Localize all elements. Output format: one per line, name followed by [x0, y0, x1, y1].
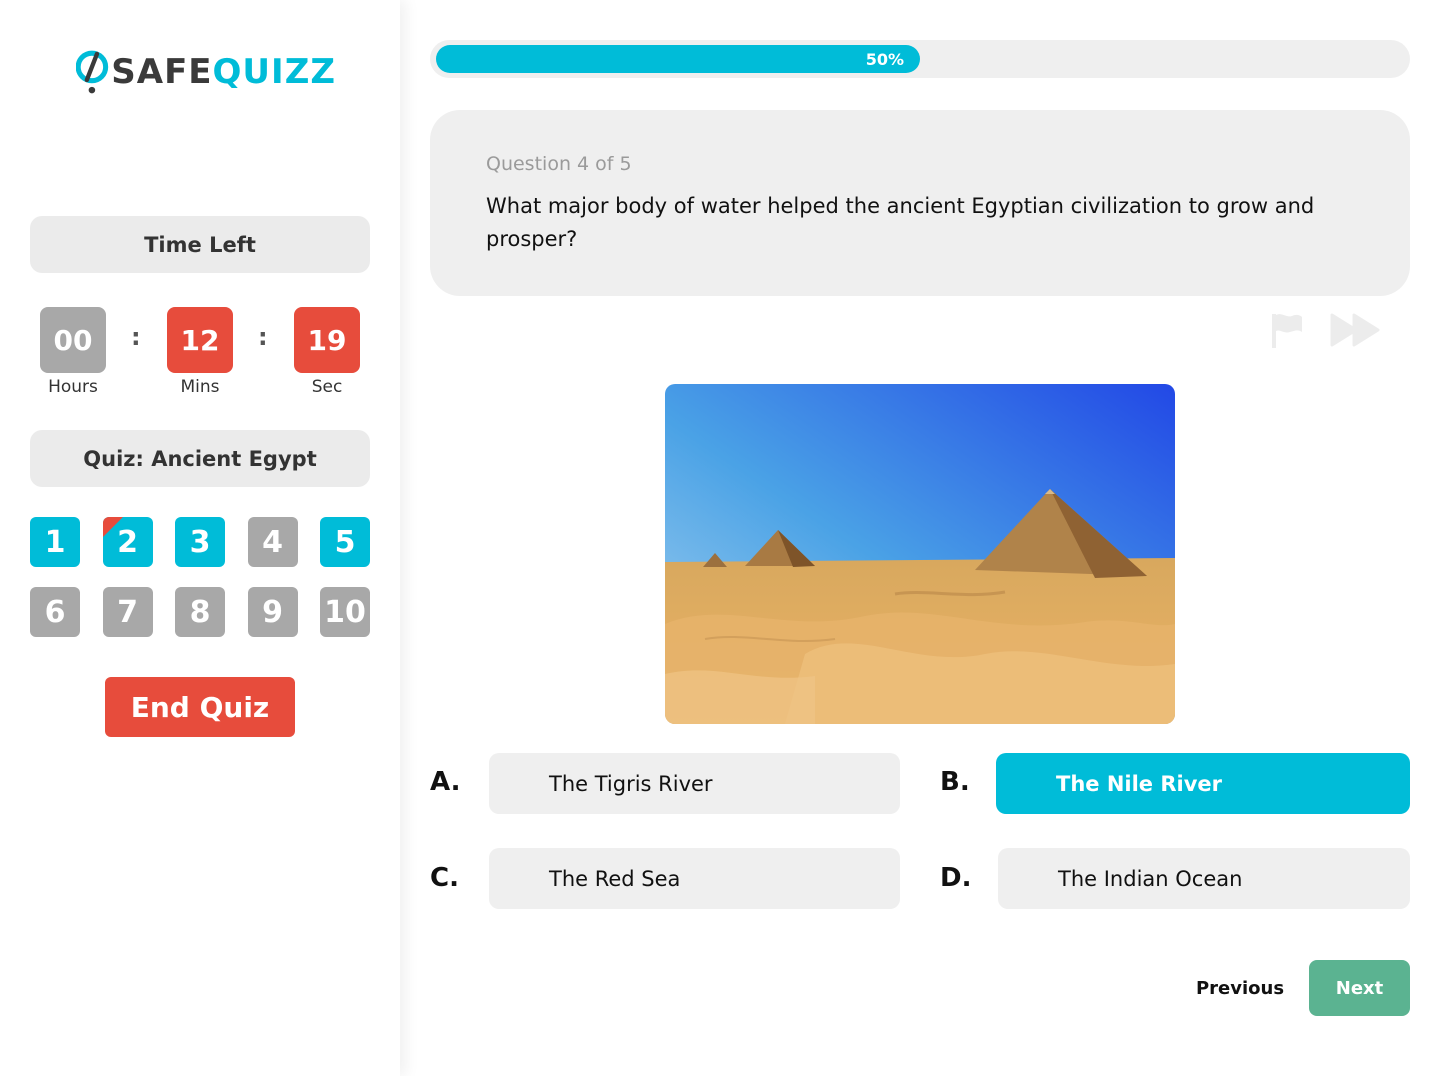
option-d[interactable]: The Indian Ocean: [998, 848, 1410, 909]
question-nav-3[interactable]: 3: [175, 517, 225, 567]
question-nav-label: 4: [262, 524, 283, 560]
timer-hours: 00: [40, 307, 106, 373]
quiz-title: Quiz: Ancient Egypt: [30, 430, 370, 487]
progress-fill: 50%: [436, 45, 920, 73]
timer-hours-label: Hours: [48, 377, 98, 397]
question-nav-2[interactable]: 2: [102, 517, 153, 567]
question-card: Question 4 of 5 What major body of water…: [430, 110, 1410, 296]
question-nav-label: 8: [189, 594, 211, 630]
question-navigator: 1 2 3 4 5 6 7 8 9 10: [30, 517, 370, 637]
question-nav-label: 5: [334, 524, 356, 560]
question-nav-8[interactable]: 8: [175, 587, 225, 637]
previous-button[interactable]: Previous: [1190, 966, 1290, 1010]
question-nav-4[interactable]: 4: [247, 517, 298, 567]
flag-icon[interactable]: [1268, 310, 1308, 350]
question-nav-1[interactable]: 1: [30, 517, 80, 567]
timer-secs: 19: [294, 307, 360, 373]
option-letter-a: A.: [430, 767, 461, 797]
option-a[interactable]: The Tigris River: [489, 753, 900, 814]
timer-separator: :: [258, 323, 268, 351]
question-nav-10[interactable]: 10: [320, 587, 370, 637]
timer-mins-label: Mins: [180, 377, 220, 397]
question-counter: Question 4 of 5: [486, 153, 632, 175]
option-letter-c: C.: [430, 863, 459, 893]
skip-forward-icon[interactable]: [1330, 312, 1382, 348]
question-nav-label: 2: [117, 524, 138, 560]
time-left-label: Time Left: [30, 216, 370, 273]
timer-separator: :: [131, 323, 141, 351]
timer-mins: 12: [167, 307, 233, 373]
question-nav-9[interactable]: 9: [247, 587, 298, 637]
question-nav-label: 10: [324, 594, 366, 630]
question-nav-label: 7: [117, 594, 138, 630]
logo-text-part2: QUIZZ: [212, 52, 336, 92]
question-nav-7[interactable]: 7: [102, 587, 153, 637]
timer-secs-label: Sec: [311, 377, 343, 397]
question-nav-label: 9: [262, 594, 283, 630]
question-nav-6[interactable]: 6: [30, 587, 80, 637]
logo: SAFEQUIZZ: [76, 40, 336, 104]
progress-label: 50%: [865, 50, 904, 69]
countdown-timer: 00 Hours : 12 Mins : 19 Sec: [40, 307, 360, 402]
logo-icon: [76, 50, 109, 94]
end-quiz-button[interactable]: End Quiz: [105, 677, 295, 737]
question-image: [665, 384, 1175, 724]
progress-bar: 50%: [430, 40, 1410, 78]
question-nav-label: 6: [44, 594, 66, 630]
option-letter-d: D.: [940, 863, 972, 893]
option-c[interactable]: The Red Sea: [489, 848, 900, 909]
logo-text: SAFEQUIZZ: [111, 52, 336, 92]
question-actions: [1268, 310, 1388, 350]
question-nav-5[interactable]: 5: [320, 517, 370, 567]
option-b[interactable]: The Nile River: [996, 753, 1410, 814]
question-nav-label: 3: [189, 524, 211, 560]
option-letter-b: B.: [940, 767, 970, 797]
question-text: What major body of water helped the anci…: [486, 194, 1315, 251]
sidebar: SAFEQUIZZ Time Left 00 Hours : 12 Mins :…: [0, 0, 400, 1076]
next-button[interactable]: Next: [1309, 960, 1410, 1016]
logo-text-part1: SAFE: [111, 52, 213, 92]
question-nav-label: 1: [44, 524, 66, 560]
